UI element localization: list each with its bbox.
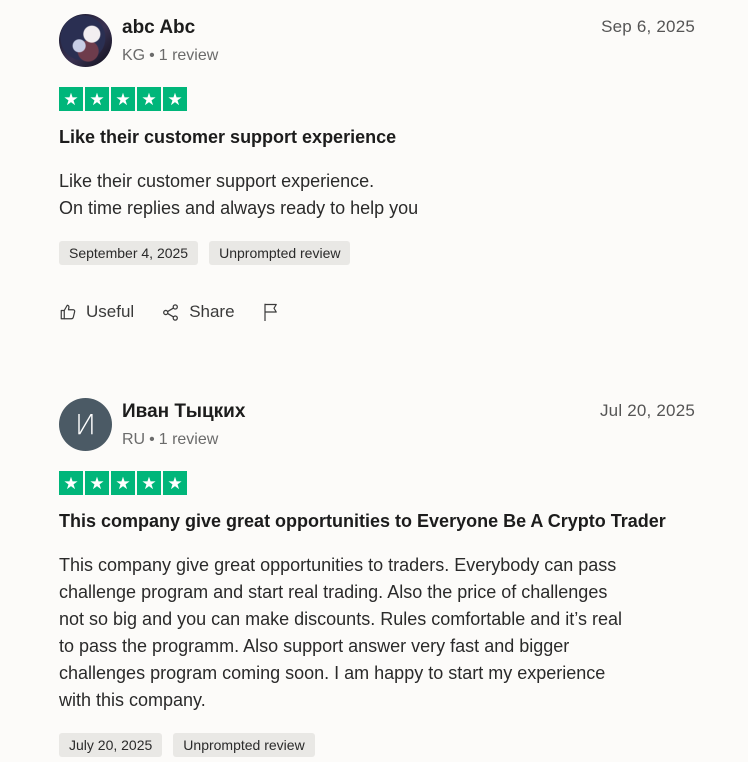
unprompted-review-badge[interactable]: Unprompted review <box>209 241 351 265</box>
star-rating: ★ ★ ★ ★ ★ <box>59 87 187 111</box>
review-body-line: Like their customer support experience. <box>59 171 375 191</box>
avatar[interactable]: И <box>59 398 112 451</box>
star-icon: ★ <box>59 87 83 111</box>
review-body: This company give great opportunities to… <box>59 552 695 714</box>
author-name[interactable]: abc Abc <box>122 17 195 39</box>
review-tags: September 4, 2025 Unprompted review <box>59 241 351 265</box>
share-button[interactable]: Share <box>161 302 235 322</box>
flag-icon <box>263 303 277 321</box>
review-body-line: with this company. <box>59 690 206 710</box>
report-button[interactable] <box>262 302 289 322</box>
star-icon: ★ <box>85 87 109 111</box>
author-meta: KG • 1 review <box>122 47 219 64</box>
star-rating: ★ ★ ★ ★ ★ <box>59 471 187 495</box>
review-body-line: challenge program and start real trading… <box>59 582 608 602</box>
author-country: RU <box>122 431 146 448</box>
avatar[interactable] <box>59 14 112 67</box>
review-date: Sep 6, 2025 <box>601 17 695 36</box>
author-name[interactable]: Иван Тыцких <box>122 401 245 423</box>
review-body-line: not so big and you can make discounts. R… <box>59 609 622 629</box>
author-review-count: 1 review <box>158 47 219 64</box>
review-body-line: challenges program coming soon. I am hap… <box>59 663 606 683</box>
useful-label: Useful <box>86 302 135 321</box>
share-icon <box>163 303 179 321</box>
unprompted-review-badge[interactable]: Unprompted review <box>173 733 315 757</box>
share-label: Share <box>189 302 235 321</box>
review-body-line: On time replies and always ready to help… <box>59 198 419 218</box>
review-title[interactable]: Like their customer support experience <box>59 127 396 148</box>
review-date: Jul 20, 2025 <box>599 401 695 420</box>
experience-date-badge: September 4, 2025 <box>59 241 199 265</box>
experience-date-badge: July 20, 2025 <box>59 733 163 757</box>
star-icon: ★ <box>163 87 187 111</box>
review-actions: Useful Share <box>59 302 316 322</box>
useful-button[interactable]: Useful <box>59 302 134 322</box>
author-review-count: 1 review <box>158 431 219 448</box>
review-tags: July 20, 2025 Unprompted review <box>59 733 315 757</box>
star-icon: ★ <box>137 471 161 495</box>
star-icon: ★ <box>85 471 109 495</box>
star-icon: ★ <box>111 471 135 495</box>
star-icon: ★ <box>59 471 83 495</box>
star-icon: ★ <box>111 87 135 111</box>
review-body-line: This company give great opportunities to… <box>59 555 617 575</box>
author-country: KG <box>122 47 146 64</box>
thumbs-up-icon <box>60 304 76 320</box>
review-title[interactable]: This company give great opportunities to… <box>59 511 666 532</box>
star-icon: ★ <box>137 87 161 111</box>
review-body-line: to pass the programm. Also support answe… <box>59 636 570 656</box>
review-body: Like their customer support experience. … <box>59 168 695 222</box>
author-meta: RU • 1 review <box>122 431 219 448</box>
star-icon: ★ <box>163 471 187 495</box>
